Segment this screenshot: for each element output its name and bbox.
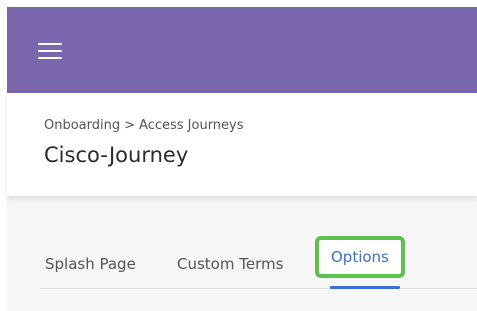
top-app-bar bbox=[7, 7, 477, 93]
breadcrumb: Onboarding > Access Journeys bbox=[44, 118, 244, 133]
tab-options[interactable]: Options bbox=[315, 236, 405, 278]
content-area: Splash Page Custom Terms Options bbox=[7, 196, 477, 311]
page-title: Cisco-Journey bbox=[44, 143, 189, 167]
hamburger-menu-icon[interactable] bbox=[38, 40, 64, 62]
menu-bar-line bbox=[38, 57, 62, 59]
tab-splash-page[interactable]: Splash Page bbox=[45, 242, 136, 286]
breadcrumb-item-onboarding[interactable]: Onboarding bbox=[44, 118, 120, 133]
breadcrumb-item-access-journeys[interactable]: Access Journeys bbox=[139, 118, 243, 133]
page-header: Onboarding > Access Journeys Cisco-Journey bbox=[7, 93, 477, 196]
menu-bar-line bbox=[38, 43, 62, 45]
menu-bar-line bbox=[38, 50, 62, 52]
tab-bar: Splash Page Custom Terms Options bbox=[40, 236, 477, 289]
tab-custom-terms[interactable]: Custom Terms bbox=[177, 242, 283, 286]
app-window: Onboarding > Access Journeys Cisco-Journey… bbox=[0, 0, 477, 311]
tab-bar-divider bbox=[40, 288, 477, 289]
breadcrumb-separator: > bbox=[124, 118, 136, 133]
active-tab-indicator bbox=[330, 286, 400, 289]
